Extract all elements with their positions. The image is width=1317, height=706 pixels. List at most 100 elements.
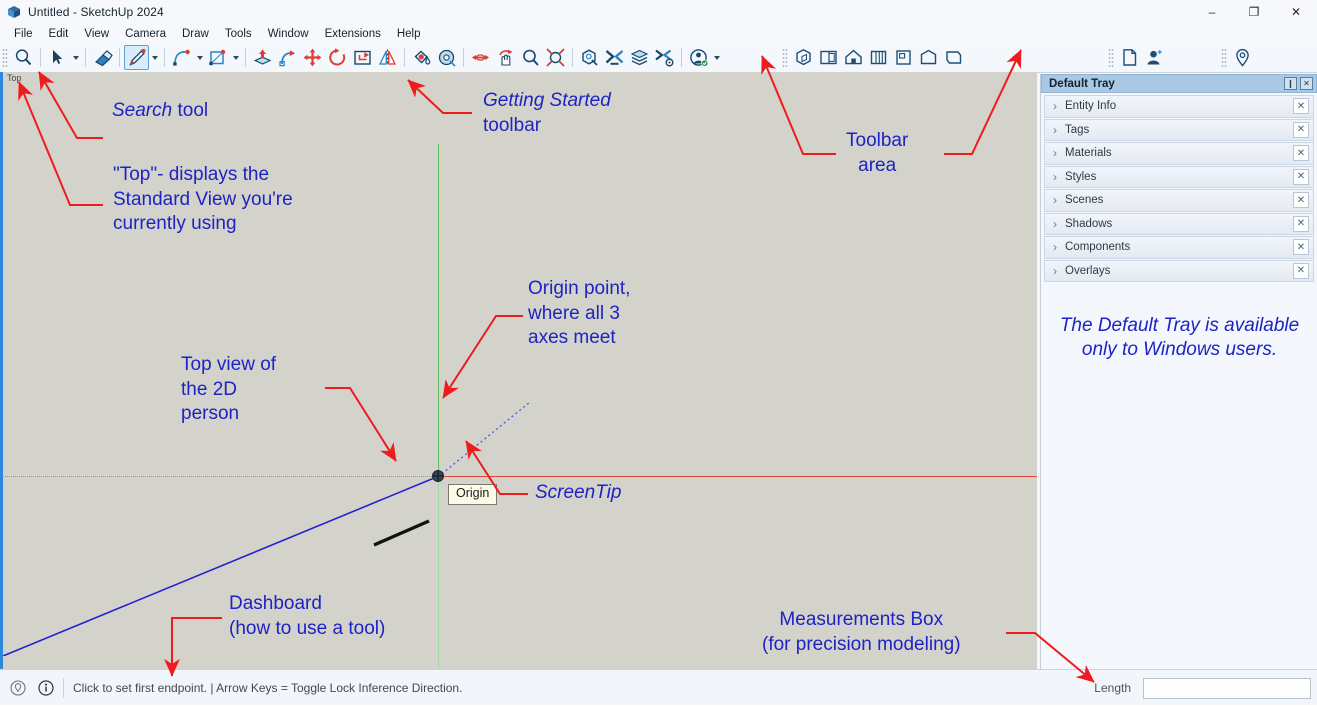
- tray-item-label: Materials: [1065, 147, 1112, 160]
- annotation-measurements-box: Measurements Box (for precision modeling…: [762, 609, 961, 655]
- toolbar-grip-icon[interactable]: [2, 47, 8, 68]
- zoom-tool-button[interactable]: [518, 45, 543, 70]
- eraser-icon: [94, 49, 113, 66]
- close-icon[interactable]: ✕: [1293, 239, 1309, 256]
- rectangle-tool-button[interactable]: [205, 45, 230, 70]
- annotation-search-tool-italic: Search: [112, 100, 173, 121]
- tray-item-components[interactable]: › Components ✕: [1044, 236, 1314, 259]
- measurements-box: Length: [1082, 670, 1317, 706]
- line-tool-dropdown[interactable]: [149, 45, 160, 70]
- close-icon[interactable]: ✕: [1293, 262, 1309, 279]
- close-icon[interactable]: ✕: [1293, 168, 1309, 185]
- dimension-icon: [472, 54, 489, 61]
- file-toolbar-grip-icon[interactable]: [1108, 47, 1114, 68]
- push-pull-tool-button[interactable]: [250, 45, 275, 70]
- extension-warehouse-button[interactable]: [652, 45, 677, 70]
- arc-tool-button[interactable]: [169, 45, 194, 70]
- scale-tool-button[interactable]: [375, 45, 400, 70]
- menu-extensions[interactable]: Extensions: [317, 26, 389, 42]
- line-tool-button[interactable]: [124, 45, 149, 70]
- bottom-view-icon: [946, 51, 962, 64]
- account-dropdown[interactable]: [711, 45, 722, 70]
- close-button[interactable]: ✕: [1275, 0, 1317, 24]
- front-view-button[interactable]: [841, 45, 866, 70]
- annotation-top-view: "Top"- displays the Standard View you're…: [113, 164, 293, 235]
- warehouse-button[interactable]: [577, 45, 602, 70]
- close-icon[interactable]: ✕: [1293, 121, 1309, 138]
- minimize-button[interactable]: –: [1191, 0, 1233, 24]
- tray-item-entity-info[interactable]: › Entity Info ✕: [1044, 95, 1314, 118]
- measurements-input[interactable]: [1143, 677, 1311, 699]
- offset-tool-button[interactable]: [350, 45, 375, 70]
- toolbar-separator: [85, 48, 86, 67]
- menu-help[interactable]: Help: [389, 26, 429, 42]
- account-button[interactable]: [686, 45, 711, 70]
- pencil-icon: [129, 48, 146, 66]
- restore-button[interactable]: ❐: [1233, 0, 1275, 24]
- close-icon[interactable]: ✕: [1293, 145, 1309, 162]
- layers-button[interactable]: [627, 45, 652, 70]
- person-2d-component[interactable]: [371, 519, 433, 547]
- zoom-lens-icon: [523, 49, 539, 66]
- section-plane-button[interactable]: [602, 45, 627, 70]
- close-icon[interactable]: ✕: [1293, 192, 1309, 209]
- follow-me-tool-button[interactable]: [275, 45, 300, 70]
- left-view-button[interactable]: [916, 45, 941, 70]
- default-tray-title: Default Tray: [1049, 77, 1115, 90]
- menu-edit[interactable]: Edit: [41, 26, 77, 42]
- orbit-tool-button[interactable]: [493, 45, 518, 70]
- status-bar: Click to set first endpoint. | Arrow Key…: [0, 669, 1317, 705]
- tape-measure-tool-button[interactable]: [434, 45, 459, 70]
- back-view-button[interactable]: [891, 45, 916, 70]
- annotation-getting-started-rest: toolbar: [483, 114, 542, 136]
- zoom-extents-tool-button[interactable]: [543, 45, 568, 70]
- close-icon[interactable]: ✕: [1293, 98, 1309, 115]
- close-icon[interactable]: ✕: [1293, 215, 1309, 232]
- right-view-button[interactable]: [866, 45, 891, 70]
- person-plus-icon: [1147, 50, 1162, 65]
- pin-icon[interactable]: ❙: [1284, 77, 1297, 90]
- search-tool-button[interactable]: [11, 45, 36, 70]
- tray-item-label: Overlays: [1065, 264, 1111, 277]
- toolbar-separator: [404, 48, 405, 67]
- menu-draw[interactable]: Draw: [174, 26, 217, 42]
- rotate-tool-button[interactable]: [325, 45, 350, 70]
- menu-tools[interactable]: Tools: [217, 26, 260, 42]
- top-view-button[interactable]: [816, 45, 841, 70]
- close-tray-icon[interactable]: ✕: [1300, 77, 1313, 90]
- iso-view-icon: [796, 49, 811, 66]
- info-icon[interactable]: [36, 678, 56, 698]
- add-person-button[interactable]: [1142, 45, 1167, 70]
- menu-view[interactable]: View: [76, 26, 117, 42]
- tray-item-overlays[interactable]: › Overlays ✕: [1044, 259, 1314, 282]
- geo-location-icon[interactable]: [8, 678, 28, 698]
- gear-stack-icon: [655, 49, 674, 67]
- tray-item-shadows[interactable]: › Shadows ✕: [1044, 212, 1314, 235]
- views-toolbar-grip-icon[interactable]: [782, 47, 788, 68]
- bottom-view-button[interactable]: [941, 45, 966, 70]
- dimension-tool-button[interactable]: [468, 45, 493, 70]
- arc-tool-dropdown[interactable]: [194, 45, 205, 70]
- iso-view-button[interactable]: [791, 45, 816, 70]
- chevron-right-icon: ›: [1053, 193, 1057, 208]
- tray-item-styles[interactable]: › Styles ✕: [1044, 165, 1314, 188]
- move-tool-button[interactable]: [300, 45, 325, 70]
- location-toolbar-grip-icon[interactable]: [1221, 47, 1227, 68]
- tray-item-tags[interactable]: › Tags ✕: [1044, 118, 1314, 141]
- default-tray-note: The Default Tray is available only to Wi…: [1059, 315, 1300, 361]
- menu-camera[interactable]: Camera: [117, 26, 174, 42]
- blue-axis-negative: [438, 402, 530, 477]
- new-file-button[interactable]: [1117, 45, 1142, 70]
- select-tool-dropdown[interactable]: [70, 45, 81, 70]
- tray-item-scenes[interactable]: › Scenes ✕: [1044, 189, 1314, 212]
- menu-file[interactable]: File: [6, 26, 41, 42]
- rectangle-tool-dropdown[interactable]: [230, 45, 241, 70]
- paint-bucket-tool-button[interactable]: [409, 45, 434, 70]
- location-button[interactable]: [1230, 45, 1255, 70]
- select-tool-button[interactable]: [45, 45, 70, 70]
- front-view-icon: [845, 49, 862, 65]
- eraser-tool-button[interactable]: [90, 45, 115, 70]
- chevron-right-icon: ›: [1053, 122, 1057, 137]
- menu-window[interactable]: Window: [260, 26, 317, 42]
- tray-item-materials[interactable]: › Materials ✕: [1044, 142, 1314, 165]
